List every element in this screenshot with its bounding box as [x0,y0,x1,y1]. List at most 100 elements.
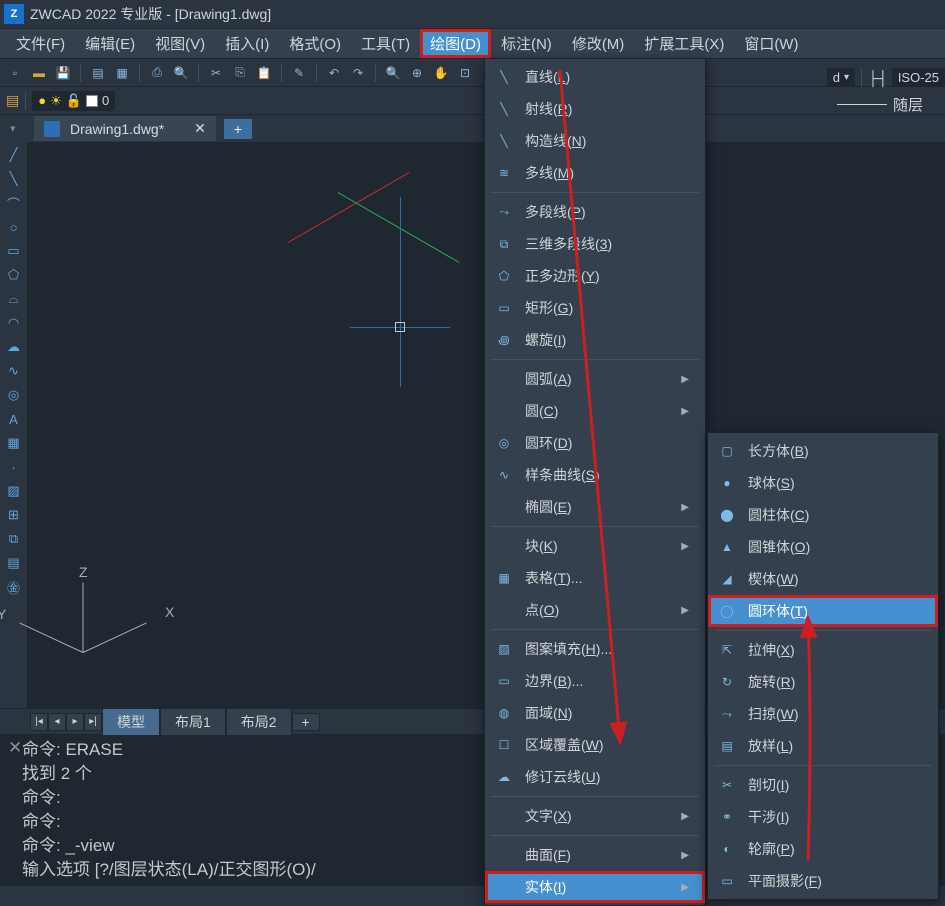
menu-item[interactable]: ⚭干涉(I) [708,801,938,833]
menu-item[interactable]: ▢长方体(B) [708,435,938,467]
layout-scroll-buttons[interactable]: |◂◂▸▸| [30,713,102,731]
menu-item[interactable]: 文字(X)▶ [485,800,705,832]
draw-tool-icon[interactable]: · [2,456,26,478]
draw-tool-icon[interactable]: ◎ [2,384,26,406]
menu-item[interactable]: ⤳扫掠(W) [708,698,938,730]
draw-tool-icon[interactable]: ▨ [2,480,26,502]
menu-item[interactable]: ☁修订云线(U) [485,761,705,793]
zoom-prev-icon[interactable]: 🔍 [384,64,402,82]
menu-item[interactable]: ●球体(S) [708,467,938,499]
draw-tool-icon[interactable]: ⌓ [2,288,26,310]
draw-tool-icon[interactable]: ⧉ [2,528,26,550]
menu-item[interactable]: ↻旋转(R) [708,666,938,698]
draw-tool-icon[interactable]: ⊞ [2,504,26,526]
menu-item[interactable]: ◎圆环(D) [485,427,705,459]
menu-item[interactable]: ╲构造线(N) [485,125,705,157]
menu-item[interactable]: ⧉三维多段线(3) [485,228,705,260]
save-icon[interactable]: 💾 [54,64,72,82]
open-icon[interactable]: ▬ [30,64,48,82]
draw-tool-icon[interactable]: ╱ [2,144,26,166]
new-icon[interactable]: ▫ [6,64,24,82]
menu-item[interactable]: ▭矩形(G) [485,292,705,324]
paste-icon[interactable]: 📋 [255,64,273,82]
menu-item[interactable]: ꩜螺旋(I) [485,324,705,356]
print-icon[interactable]: ⎙ [148,64,166,82]
menu-item[interactable]: 插入(I) [215,29,279,58]
menu-item[interactable]: ⇱拉伸(X) [708,634,938,666]
menu-item[interactable]: ▨图案填充(H)... [485,633,705,665]
copy-icon[interactable]: ⎘ [231,64,249,82]
draw-tool-icon[interactable]: ∿ [2,360,26,382]
menu-item[interactable]: ▤放样(L) [708,730,938,762]
menu-item[interactable]: 修改(M) [562,29,635,58]
menu-item[interactable]: ⤳多段线(P) [485,196,705,228]
menu-item[interactable]: 点(O)▶ [485,594,705,626]
draw-tool-icon[interactable]: ▦ [2,432,26,454]
menu-item[interactable]: ▦表格(T)... [485,562,705,594]
draw-tool-icon[interactable]: ☁ [2,336,26,358]
menu-item[interactable]: ▭平面摄影(F) [708,865,938,897]
menu-item[interactable]: ▭边界(B)... [485,665,705,697]
layer-combo[interactable]: ● ☀ 🔓 0 [32,91,115,111]
draw-tool-icon[interactable]: ◠ [2,312,26,334]
menu-item[interactable]: 扩展工具(X) [634,29,734,58]
menu-item[interactable]: 块(K)▶ [485,530,705,562]
redo-icon[interactable]: ↷ [349,64,367,82]
menu-item[interactable]: 标注(N) [491,29,562,58]
pan-icon[interactable]: ✋ [432,64,450,82]
menu-item[interactable]: ⬠正多边形(Y) [485,260,705,292]
menu-item[interactable]: 圆弧(A)▶ [485,363,705,395]
menu-item[interactable]: 窗口(W) [734,29,808,58]
draw-tool-icon[interactable]: ⌒ [2,192,26,214]
menu-item[interactable]: ▲圆锥体(O) [708,531,938,563]
tab-dropdown-icon[interactable]: ▾ [10,122,16,135]
menu-item[interactable]: 绘图(D) [420,29,491,58]
layout-tab[interactable]: 布局2 [226,708,292,736]
close-cmd-icon[interactable]: ✕ [8,738,22,758]
menu-item[interactable]: ∿样条曲线(S) [485,459,705,491]
menu-item[interactable]: 圆(C)▶ [485,395,705,427]
menu-item[interactable]: 视图(V) [145,29,215,58]
add-layout-button[interactable]: + [292,713,320,731]
close-icon[interactable]: ✕ [194,120,206,137]
template-icon[interactable]: ▤ [89,64,107,82]
menu-item[interactable]: 格式(O) [279,29,351,58]
match-icon[interactable]: ✎ [290,64,308,82]
menu-item[interactable]: ◢楔体(W) [708,563,938,595]
doc-tab[interactable]: Drawing1.dwg* ✕ [34,116,216,141]
menu-item[interactable]: ╲射线(R) [485,93,705,125]
zoom-icon[interactable]: ⊕ [408,64,426,82]
combo-input[interactable]: d ▾ [827,68,855,87]
menu-item[interactable]: ╲直线(L) [485,61,705,93]
menu-item[interactable]: 曲面(F)▶ [485,839,705,871]
dim-icon[interactable]: ├┤ [868,70,888,86]
menu-item[interactable]: 工具(T) [351,29,420,58]
layer-icon[interactable]: ▦ [113,64,131,82]
new-tab-button[interactable]: + [224,119,252,139]
draw-tool-icon[interactable]: ⬠ [2,264,26,286]
preview-icon[interactable]: 🔍 [172,64,190,82]
menu-item[interactable]: 文件(F) [6,29,75,58]
layer-manager-icon[interactable]: ▤ [6,92,19,109]
draw-tool-icon[interactable]: ▭ [2,240,26,262]
draw-tool-icon[interactable]: A [2,408,26,430]
layout-tab[interactable]: 模型 [102,708,160,736]
cut-icon[interactable]: ✂ [207,64,225,82]
menu-item[interactable]: ◐轮廓(P) [708,833,938,865]
menu-item[interactable]: 实体(I)▶ [485,871,705,903]
draw-tool-icon[interactable]: ○ [2,216,26,238]
draw-tool-icon[interactable]: ㊎ [2,576,26,598]
linetype-combo[interactable]: 随层 [837,94,923,115]
layout-tab[interactable]: 布局1 [160,708,226,736]
menu-item[interactable]: ◍面域(N) [485,697,705,729]
menu-item[interactable]: 编辑(E) [75,29,145,58]
draw-tool-icon[interactable]: ╲ [2,168,26,190]
draw-tool-icon[interactable]: ▤ [2,552,26,574]
zoom-win-icon[interactable]: ⊡ [456,64,474,82]
menu-item[interactable]: ≋多线(M) [485,157,705,189]
menu-item[interactable]: ⬤圆柱体(C) [708,499,938,531]
undo-icon[interactable]: ↶ [325,64,343,82]
menu-item[interactable]: ☐区域覆盖(W) [485,729,705,761]
menu-item[interactable]: ◯圆环体(T) [708,595,938,627]
menu-item[interactable]: 椭圆(E)▶ [485,491,705,523]
